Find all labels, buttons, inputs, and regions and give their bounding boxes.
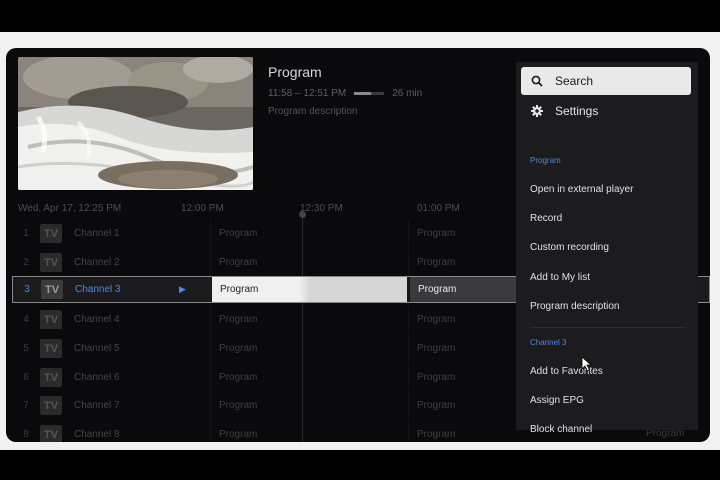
channel-name: Channel 8	[74, 429, 120, 440]
program-title: Program	[268, 64, 322, 80]
program-cell[interactable]: Program	[210, 220, 406, 247]
program-cell[interactable]: Program	[408, 392, 518, 419]
program-cell[interactable]: Program	[408, 335, 518, 362]
program-cell[interactable]: Program	[408, 249, 518, 276]
channel-name: Channel 6	[74, 372, 120, 383]
menu-divider	[530, 327, 686, 328]
channel-name: Channel 3	[75, 284, 121, 295]
tv-guide-screen: Program 11:58 – 12:51 PM 26 min Program …	[6, 48, 710, 442]
search-label: Search	[555, 74, 594, 88]
program-cell[interactable]: Program	[210, 421, 406, 442]
program-info: Program 11:58 – 12:51 PM 26 min Program …	[268, 64, 422, 117]
channel-number: 3	[24, 284, 30, 295]
app-frame: Program 11:58 – 12:51 PM 26 min Program …	[0, 32, 720, 450]
timeline-slot-1: 12:00 PM	[181, 203, 224, 214]
channel-logo: TV	[40, 339, 62, 358]
channel-logo: TV	[40, 396, 62, 415]
settings-menu-item[interactable]: Settings	[521, 98, 691, 124]
channel-number: 6	[23, 372, 29, 383]
timeline-slot-2: 12:30 PM	[300, 203, 343, 214]
current-time-marker	[299, 211, 306, 218]
channel-name: Channel 4	[74, 314, 120, 325]
channel-number: 4	[23, 314, 29, 325]
channel-number: 7	[23, 400, 29, 411]
program-progress-fill	[354, 92, 371, 95]
context-menu: Search Settings Program Open in external…	[516, 62, 698, 435]
play-arrow-icon: ▶	[179, 284, 186, 294]
channel-number: 2	[23, 257, 29, 268]
gear-icon	[531, 105, 543, 117]
channel-number: 1	[23, 228, 29, 239]
menu-item-assign-epg[interactable]: Assign EPG	[530, 395, 584, 406]
program-cell[interactable]: Program	[210, 306, 406, 333]
program-description: Program description	[268, 106, 358, 117]
channel-number: 8	[23, 429, 29, 440]
program-time-range: 11:58 – 12:51 PM	[268, 88, 347, 99]
channel-name: Channel 7	[74, 400, 120, 411]
channel-logo: TV	[40, 310, 62, 329]
program-cell-focused[interactable]: Program	[211, 277, 407, 302]
program-cell[interactable]: Program	[210, 335, 406, 362]
search-menu-item[interactable]: Search	[521, 67, 691, 95]
channel-name: Channel 5	[74, 343, 120, 354]
program-cell[interactable]: Program	[210, 392, 406, 419]
program-cell[interactable]: Program	[408, 306, 518, 333]
program-cell[interactable]: Program	[408, 421, 518, 442]
channel-logo: TV	[40, 224, 62, 243]
channel-name: Channel 1	[74, 228, 120, 239]
waterfall-preview-image	[18, 57, 253, 190]
program-cell[interactable]: Program	[210, 249, 406, 276]
section-heading-program: Program	[530, 156, 561, 165]
channel-logo: TV	[40, 368, 62, 387]
mouse-cursor-icon	[581, 356, 593, 372]
video-preview[interactable]	[18, 57, 253, 190]
program-cell[interactable]: Program	[408, 220, 518, 247]
timeline-slot-3: 01:00 PM	[417, 203, 460, 214]
section-heading-channel: Channel 3	[530, 338, 567, 347]
menu-item-record[interactable]: Record	[530, 213, 562, 224]
program-time: 11:58 – 12:51 PM 26 min	[268, 88, 422, 99]
menu-item-block-channel[interactable]: Block channel	[530, 424, 592, 435]
menu-item-open-external[interactable]: Open in external player	[530, 184, 633, 195]
channel-logo: TV	[40, 425, 62, 442]
program-progress-bar	[354, 92, 385, 95]
program-cell[interactable]: Program	[409, 277, 519, 302]
channel-number: 5	[23, 343, 29, 354]
program-cell[interactable]: Program	[210, 364, 406, 391]
channel-logo: TV	[40, 253, 62, 272]
channel-logo: TV	[41, 280, 63, 299]
timeline-header: Wed, Apr 17, 12:25 PM 12:00 PM 12:30 PM …	[18, 203, 518, 217]
channel-name: Channel 2	[74, 257, 120, 268]
search-icon	[531, 75, 543, 87]
timeline-date: Wed, Apr 17, 12:25 PM	[18, 203, 122, 214]
program-duration: 26 min	[392, 88, 423, 99]
menu-item-add-my-list[interactable]: Add to My list	[530, 272, 590, 283]
program-cell[interactable]: Program	[408, 364, 518, 391]
menu-item-program-description[interactable]: Program description	[530, 301, 619, 312]
settings-label: Settings	[555, 104, 599, 118]
menu-item-custom-recording[interactable]: Custom recording	[530, 242, 609, 253]
